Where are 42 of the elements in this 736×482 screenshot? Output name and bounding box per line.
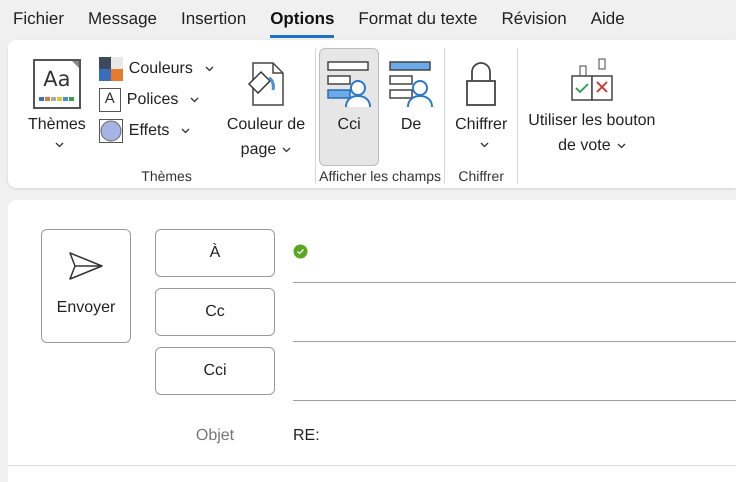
chevron-down-icon: [282, 146, 292, 153]
themes-icon: Aa: [32, 59, 81, 109]
ribbon-button[interactable]: Effets: [98, 118, 214, 143]
send-icon: [69, 252, 103, 280]
check-circle-icon: [293, 244, 308, 259]
ribbon-button[interactable]: Cci: [319, 48, 380, 166]
chevron-down-icon: [190, 96, 200, 102]
fields-person-icon: [326, 60, 372, 108]
circle-effect-icon: [98, 118, 123, 142]
menu-tab[interactable]: Aide: [590, 2, 625, 38]
menu-tab[interactable]: Insertion: [181, 2, 246, 38]
menu-tab[interactable]: Format du texte: [358, 2, 478, 38]
ribbon-button[interactable]: Couleur de page: [220, 48, 312, 166]
send-button[interactable]: Envoyer: [41, 229, 131, 343]
group-label: Thèmes: [141, 167, 192, 186]
padlock-icon: [465, 61, 498, 107]
paint-bucket-page-icon: [246, 62, 285, 106]
menu-tab[interactable]: Révision: [501, 2, 567, 38]
ribbon-button[interactable]: Utiliser les bouton de vote: [521, 44, 662, 162]
ribbon-button[interactable]: A Polices: [98, 87, 214, 112]
chevron-down-icon: [480, 142, 489, 148]
menu-tab[interactable]: Fichier: [13, 2, 64, 38]
group-label: Chiffrer: [458, 167, 504, 186]
subject-label: Objet: [194, 426, 236, 446]
font-letter-icon: A: [98, 88, 121, 112]
ribbon-button[interactable]: Aa Thèmes: [21, 48, 93, 166]
color-squares-icon: [98, 56, 123, 80]
ribbon-button[interactable]: De: [381, 48, 442, 166]
chevron-down-icon: [181, 128, 190, 134]
chevron-down-icon: [616, 142, 626, 149]
group-label: Afficher les champs: [319, 167, 442, 186]
chevron-down-icon: [55, 142, 64, 148]
recipient-button[interactable]: Cci: [155, 347, 275, 395]
menu-tab[interactable]: Message: [88, 2, 157, 38]
ballot-boxes-icon: [570, 58, 613, 102]
recipient-button[interactable]: À: [155, 229, 275, 277]
ribbon-button[interactable]: Chiffrer: [448, 48, 514, 166]
recipient-button[interactable]: Cc: [155, 288, 275, 336]
subject-field[interactable]: RE:: [293, 424, 736, 448]
ribbon-button[interactable]: Couleurs: [98, 56, 214, 81]
chevron-down-icon: [204, 66, 214, 72]
fields-person-icon: [388, 60, 434, 108]
